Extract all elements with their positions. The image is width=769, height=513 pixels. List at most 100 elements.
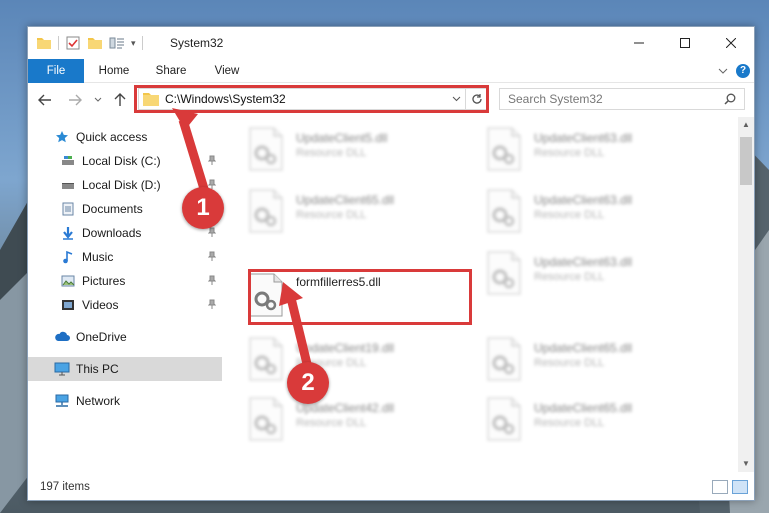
file-tile[interactable]: UpdateClient42.dll Resource DLL [224,393,454,449]
dll-file-icon [249,273,283,317]
dll-file-icon [487,397,521,441]
search-box[interactable] [499,88,745,110]
sidebar-item-label: Videos [82,298,119,312]
help-icon[interactable]: ? [736,64,750,78]
minimize-button[interactable] [616,27,662,59]
file-name: UpdateClient65.dll [534,341,633,355]
vertical-scrollbar[interactable]: ▲ ▼ [738,117,754,472]
download-icon [60,225,76,241]
navigation-bar: C:\Windows\System32 [28,84,754,116]
file-tile[interactable]: UpdateClient19.dll Resource DLL [224,333,454,389]
pin-icon [207,251,217,264]
file-name: UpdateClient19.dll [296,341,395,355]
address-bar[interactable]: C:\Windows\System32 [138,88,488,110]
qat-separator [141,36,143,50]
dll-file-icon [249,189,283,233]
dll-file-icon [249,397,283,441]
step-1-badge: 1 [182,187,224,229]
large-icons-view-icon[interactable] [732,480,748,494]
details-view-icon[interactable] [712,480,728,494]
pin-icon [207,155,217,168]
close-button[interactable] [708,27,754,59]
up-icon[interactable] [114,93,126,107]
dll-file-icon [249,337,283,381]
title-bar: ▾ System32 [28,27,754,59]
sidebar-item-quick-access[interactable]: Quick access [28,125,222,149]
refresh-icon [471,94,482,104]
sidebar-item-network[interactable]: Network [28,389,222,413]
address-path[interactable]: C:\Windows\System32 [165,92,447,106]
forward-icon[interactable] [68,94,82,106]
sidebar-item-label: Local Disk (C:) [82,154,161,168]
file-description: Resource DLL [534,417,605,429]
cloud-icon [54,329,70,345]
sidebar-item-pictures[interactable]: Pictures [28,269,222,293]
tab-view[interactable]: View [204,59,250,83]
scrollbar-thumb[interactable] [740,137,752,185]
computer-icon [54,361,70,377]
sidebar-item-label: Pictures [82,274,126,288]
address-dropdown-icon[interactable] [447,94,465,105]
drive-icon [60,177,76,193]
item-count: 197 items [40,481,90,493]
sidebar-item-label: Downloads [82,226,142,240]
ribbon-tabs: File Home Share View ? [28,59,754,83]
tab-file[interactable]: File [28,59,84,83]
dll-file-icon [487,189,521,233]
recent-locations-icon[interactable] [94,97,102,103]
file-description: Resource DLL [296,209,367,221]
qat-dropdown[interactable]: ▾ [131,38,136,49]
file-list: UpdateClient5.dll Resource DLL UpdateCli… [224,117,738,472]
navigation-pane: Quick access Local Disk (C:) Local Disk … [28,117,222,472]
pictures-icon [60,273,76,289]
dll-file-icon [249,127,283,171]
folder-icon [143,93,159,106]
file-tile[interactable]: UpdateClient65.dll Resource DLL [224,185,454,241]
file-name: UpdateClient63.dll [534,131,633,145]
drive-icon [60,153,76,169]
back-icon[interactable] [38,94,52,106]
file-description: Resource DLL [296,147,367,159]
sidebar-item-label: Quick access [76,130,148,144]
file-name: formfillerres5.dll [296,275,381,289]
file-tile[interactable]: UpdateClient63.dll Resource DLL [462,247,692,303]
search-input[interactable] [500,92,724,106]
sidebar-item-onedrive[interactable]: OneDrive [28,325,222,349]
pin-icon [207,227,217,240]
properties-icon[interactable] [65,35,81,51]
maximize-button[interactable] [662,27,708,59]
file-tile[interactable]: UpdateClient65.dll Resource DLL [462,333,692,389]
tab-share[interactable]: Share [148,59,194,83]
file-name: UpdateClient63.dll [534,255,633,269]
file-tile[interactable]: UpdateClient63.dll Resource DLL [462,185,692,241]
file-tile-formfillerres5[interactable]: formfillerres5.dll [224,269,454,325]
search-icon[interactable] [724,93,736,105]
status-bar: 197 items [28,474,754,500]
expand-ribbon-icon[interactable] [718,67,728,75]
file-description: Resource DLL [534,147,605,159]
sidebar-item-label: OneDrive [76,330,127,344]
refresh-button[interactable] [465,89,487,109]
tab-home[interactable]: Home [90,59,138,83]
file-description: Resource DLL [534,271,605,283]
sidebar-item-local-disk-c[interactable]: Local Disk (C:) [28,149,222,173]
window-title: System32 [170,36,224,50]
sidebar-item-label: Network [76,394,121,408]
sidebar-item-this-pc[interactable]: This PC [28,357,222,381]
new-folder-icon[interactable] [87,35,103,51]
document-icon [60,201,76,217]
sidebar-item-videos[interactable]: Videos [28,293,222,317]
minimize-icon [634,42,644,44]
sidebar-item-music[interactable]: Music [28,245,222,269]
file-tile[interactable]: UpdateClient5.dll Resource DLL [224,123,454,179]
qat-separator [58,36,59,50]
close-icon [726,38,736,48]
file-tile[interactable]: UpdateClient65.dll Resource DLL [462,393,692,449]
file-tile[interactable]: UpdateClient63.dll Resource DLL [462,123,692,179]
scroll-up-icon[interactable]: ▲ [738,117,754,133]
scroll-down-icon[interactable]: ▼ [738,456,754,472]
folder-icon [37,38,51,49]
view-options-icon[interactable] [109,35,125,51]
music-icon [60,249,76,265]
dll-file-icon [487,251,521,295]
